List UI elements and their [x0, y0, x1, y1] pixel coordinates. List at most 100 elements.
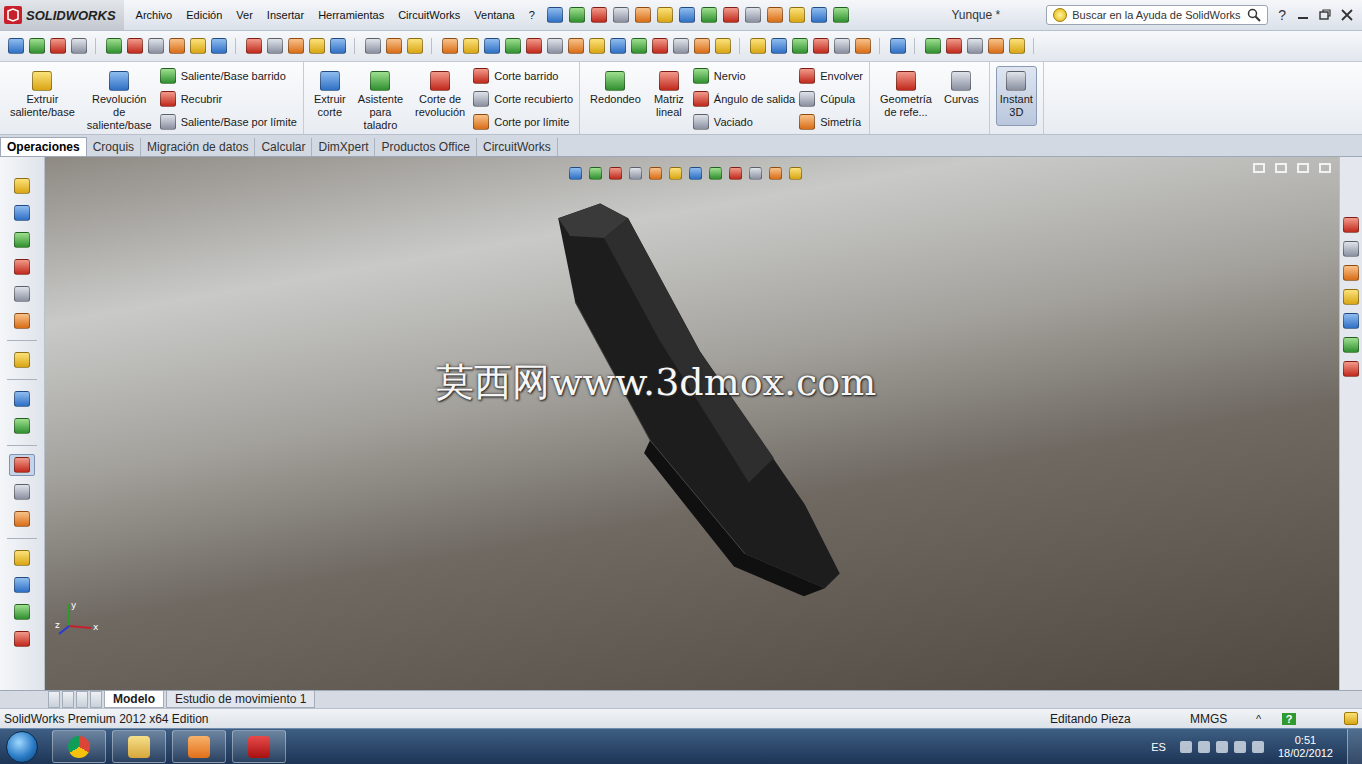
toolbar-icon[interactable] [8, 38, 24, 54]
task-pane-icon[interactable] [1343, 361, 1359, 377]
tab-scroll-icon[interactable] [76, 691, 88, 708]
command-tab[interactable]: DimXpert [312, 138, 375, 156]
toolbar-icon[interactable] [29, 38, 45, 54]
tray-icon[interactable] [1234, 741, 1246, 753]
toolbar-icon[interactable] [547, 7, 563, 23]
view-icon[interactable] [589, 167, 602, 180]
tool-button[interactable] [9, 481, 35, 503]
toolbar-icon[interactable] [309, 38, 325, 54]
menu-item[interactable]: Edición [186, 9, 222, 21]
tool-button[interactable] [9, 229, 35, 251]
toolbar-icon[interactable] [834, 38, 850, 54]
toolbar-icon[interactable] [792, 38, 808, 54]
graphics-area[interactable]: 莫西网www.3dmox.comyxz [45, 157, 1339, 690]
toolbar-icon[interactable] [526, 38, 542, 54]
toolbar-icon[interactable] [386, 38, 402, 54]
toolbar-icon[interactable] [657, 7, 673, 23]
toolbar-icon[interactable] [631, 38, 647, 54]
units[interactable]: MMGS [1190, 712, 1256, 726]
command-button[interactable]: Asistente para taladro [354, 66, 407, 137]
toolbar-icon[interactable] [288, 38, 304, 54]
help-search[interactable]: Buscar en la Ayuda de SolidWorks [1046, 5, 1268, 25]
menu-item[interactable]: ? [529, 9, 535, 21]
command-tab[interactable]: Productos Office [375, 138, 477, 156]
toolbar-icon[interactable] [246, 38, 262, 54]
task-pane-icon[interactable] [1343, 337, 1359, 353]
tray-icon[interactable] [1180, 741, 1192, 753]
menu-item[interactable]: CircuitWorks [398, 9, 460, 21]
view-icon[interactable] [789, 167, 802, 180]
help-button[interactable]: ? [1274, 7, 1290, 23]
view-icon[interactable] [569, 167, 582, 180]
clock[interactable]: 0:5118/02/2012 [1270, 734, 1341, 760]
command-button[interactable]: Envolver [799, 67, 863, 85]
tool-button[interactable] [9, 310, 35, 332]
toolbar-icon[interactable] [463, 38, 479, 54]
tool-button[interactable] [9, 601, 35, 623]
model-tab[interactable]: Modelo [104, 691, 164, 708]
view-icon[interactable] [729, 167, 742, 180]
task-pane-icon[interactable] [1343, 265, 1359, 281]
command-tab[interactable]: Calcular [255, 138, 312, 156]
command-button[interactable]: Corte por límite [473, 113, 573, 131]
command-button[interactable]: Extruir saliente/base [6, 66, 79, 126]
toolbar-icon[interactable] [148, 38, 164, 54]
toolbar-icon[interactable] [833, 7, 849, 23]
toolbar-icon[interactable] [442, 38, 458, 54]
toolbar-icon[interactable] [330, 38, 346, 54]
toolbar-icon[interactable] [715, 38, 731, 54]
command-button[interactable]: Nervio [693, 67, 795, 85]
toolbar-icon[interactable] [679, 7, 695, 23]
taskbar-app-icon[interactable] [232, 730, 286, 763]
toolbar-icon[interactable] [505, 38, 521, 54]
task-pane-icon[interactable] [1343, 217, 1359, 233]
tab-scroll-icon[interactable] [48, 691, 60, 708]
tool-button[interactable] [9, 454, 35, 476]
toolbar-icon[interactable] [106, 38, 122, 54]
viewport-button-icon[interactable] [1297, 163, 1309, 173]
toolbar-icon[interactable] [925, 38, 941, 54]
magnifier-icon[interactable] [1247, 8, 1261, 22]
tool-button[interactable] [9, 547, 35, 569]
tool-button[interactable] [9, 202, 35, 224]
toolbar-icon[interactable] [71, 38, 87, 54]
command-button[interactable]: Revolución de saliente/base [83, 66, 156, 137]
tray-icon[interactable] [1198, 741, 1210, 753]
command-button[interactable]: Corte de revolución [411, 66, 469, 126]
toolbar-icon[interactable] [750, 38, 766, 54]
toolbar-icon[interactable] [701, 7, 717, 23]
toolbar-icon[interactable] [484, 38, 500, 54]
command-button[interactable]: Cúpula [799, 90, 863, 108]
menu-item[interactable]: Ventana [474, 9, 514, 21]
command-button[interactable]: Recubrir [160, 90, 297, 108]
toolbar-icon[interactable] [635, 7, 651, 23]
task-pane-icon[interactable] [1343, 241, 1359, 257]
command-button[interactable]: Simetría [799, 113, 863, 131]
command-button[interactable]: Vaciado [693, 113, 795, 131]
toolbar-icon[interactable] [547, 38, 563, 54]
minimize-icon[interactable] [1296, 8, 1310, 22]
tray-icon[interactable] [1216, 741, 1228, 753]
toolbar-icon[interactable] [613, 7, 629, 23]
toolbar-icon[interactable] [1009, 38, 1025, 54]
toolbar-icon[interactable] [745, 7, 761, 23]
toolbar-icon[interactable] [789, 7, 805, 23]
model-tab[interactable]: Estudio de movimiento 1 [166, 691, 315, 708]
taskbar-app-icon[interactable] [52, 730, 106, 763]
command-button[interactable]: Extruir corte [310, 66, 350, 126]
toolbar-icon[interactable] [569, 7, 585, 23]
toolbar-icon[interactable] [890, 38, 906, 54]
tool-button[interactable] [9, 388, 35, 410]
toolbar-icon[interactable] [946, 38, 962, 54]
command-button[interactable]: Matriz lineal [649, 66, 689, 126]
toolbar-icon[interactable] [855, 38, 871, 54]
toolbar-icon[interactable] [568, 38, 584, 54]
show-desktop-button[interactable] [1347, 729, 1362, 764]
toolbar-icon[interactable] [610, 38, 626, 54]
tab-scroll-icon[interactable] [90, 691, 102, 708]
view-icon[interactable] [689, 167, 702, 180]
menu-item[interactable]: Herramientas [318, 9, 384, 21]
toolbar-icon[interactable] [767, 7, 783, 23]
command-tab[interactable]: Operaciones [0, 137, 87, 156]
command-button[interactable]: Curvas [940, 66, 983, 126]
